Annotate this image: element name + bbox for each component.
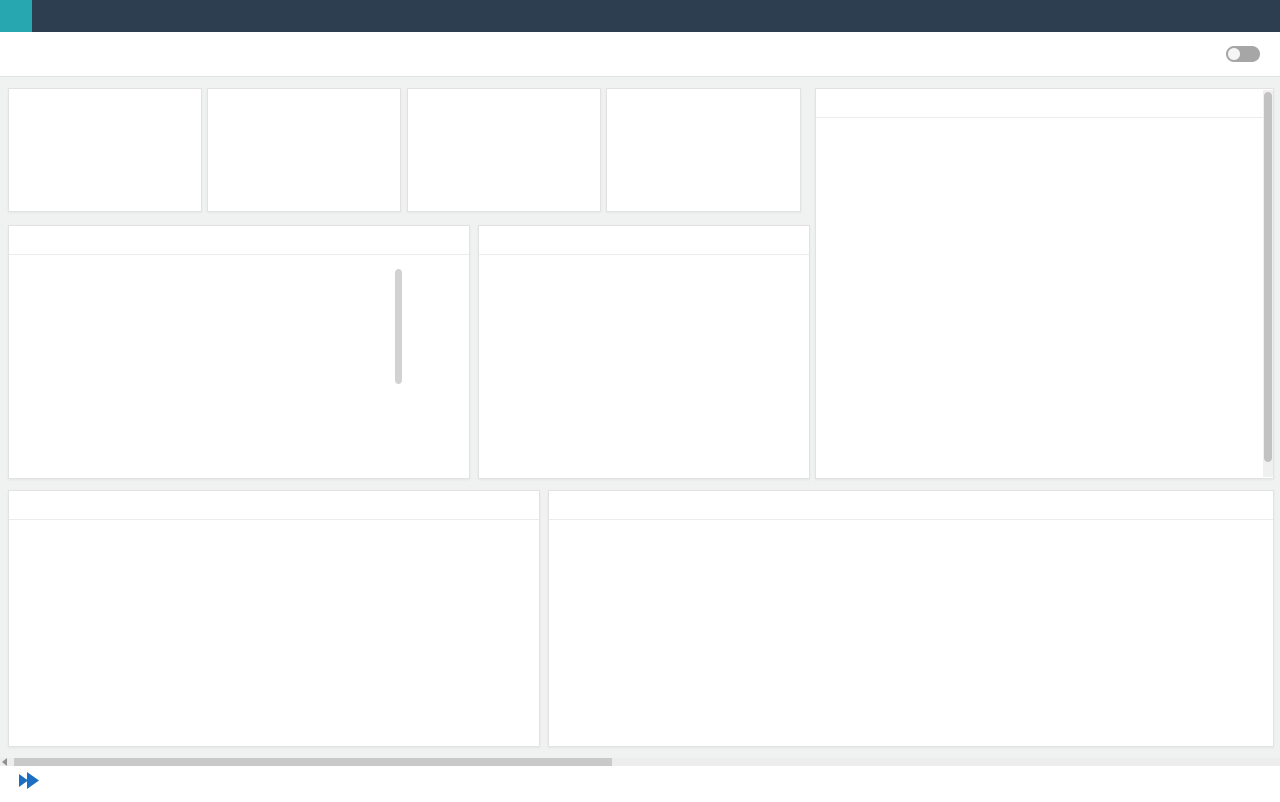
minitab-chevron-icon bbox=[19, 772, 41, 789]
statistics-analysis-panel bbox=[8, 490, 540, 747]
horizontal-scrollbar[interactable] bbox=[0, 758, 1280, 766]
kpi-card-mean-mhr bbox=[606, 88, 801, 212]
sixpack-analysis-panel bbox=[815, 88, 1274, 479]
panel-header bbox=[549, 491, 1273, 520]
kpi-label bbox=[607, 89, 800, 117]
top-navbar bbox=[0, 0, 1280, 32]
imr-chart-panel bbox=[548, 490, 1274, 747]
scrollbar-thumb[interactable] bbox=[1264, 92, 1272, 462]
auto-update-toggle[interactable] bbox=[1226, 46, 1260, 62]
vertical-scrollbar[interactable] bbox=[1263, 90, 1273, 477]
app bbox=[0, 0, 1280, 802]
correlogram-heatmap bbox=[9, 254, 461, 478]
statistics-section bbox=[21, 529, 529, 539]
bar-chart-panel bbox=[478, 225, 810, 479]
toggle-knob bbox=[1228, 48, 1240, 60]
panel-header bbox=[9, 226, 469, 255]
kpi-card-mean-age bbox=[8, 88, 202, 212]
scrollbar-thumb[interactable] bbox=[14, 758, 612, 766]
correlogram-panel bbox=[8, 225, 470, 479]
heart-disease-bar-chart bbox=[479, 254, 809, 478]
panel-header bbox=[816, 89, 1273, 118]
panel-header bbox=[9, 491, 539, 520]
kpi-label bbox=[9, 89, 201, 117]
kpi-label bbox=[408, 89, 600, 117]
kpi-label bbox=[208, 89, 400, 117]
imr-chart bbox=[549, 519, 1273, 741]
kpi-card-mean-chol bbox=[407, 88, 601, 212]
panel-header bbox=[479, 226, 809, 255]
scroll-left-arrow-icon[interactable] bbox=[2, 758, 7, 766]
header-right-controls bbox=[1216, 32, 1270, 76]
kpi-card-mean-rbp bbox=[207, 88, 401, 212]
vertical-scrollbar[interactable] bbox=[395, 269, 402, 384]
minitab-footer-logo bbox=[14, 772, 46, 789]
minitab-connect-logo-icon bbox=[0, 0, 32, 32]
page-header bbox=[0, 32, 1280, 77]
sixpack-report-chart bbox=[816, 117, 1261, 478]
page-footer bbox=[0, 766, 1280, 802]
